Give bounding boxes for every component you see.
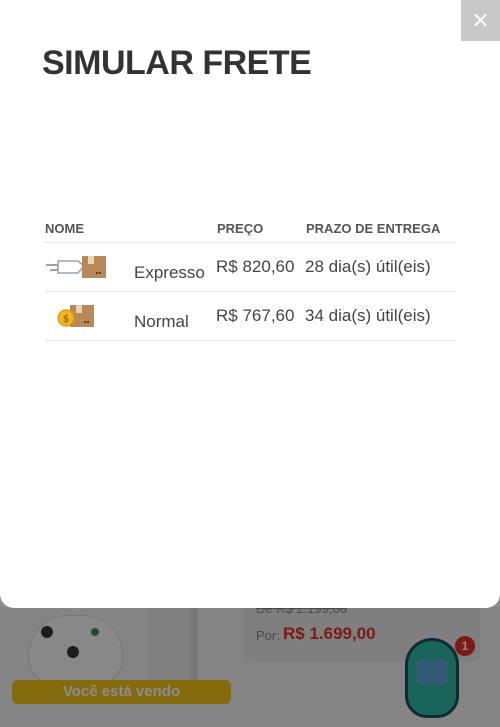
table-header-row: NOME PREÇO PRAZO DE ENTREGA: [44, 215, 456, 243]
row-delivery: 34 dia(s) útil(eis): [305, 291, 456, 341]
row-price: R$ 767,60: [216, 291, 305, 341]
modal-title: SIMULAR FRETE: [42, 44, 312, 82]
header-name: NOME: [44, 215, 216, 243]
row-icon-cell: [44, 242, 134, 292]
row-icon-cell: $: [44, 291, 134, 341]
row-name: Normal: [134, 291, 216, 341]
table-row: Expresso R$ 820,60 28 dia(s) útil(eis): [44, 242, 456, 292]
table-row: $ Normal R$ 767,60 34 dia(s) útil(eis): [44, 291, 456, 341]
svg-text:$: $: [63, 314, 69, 325]
close-button[interactable]: ×: [461, 0, 500, 41]
header-delivery: PRAZO DE ENTREGA: [305, 215, 456, 243]
shipping-table: NOME PREÇO PRAZO DE ENTREGA Expresso R$ …: [44, 215, 456, 341]
coin-box-icon: $: [44, 301, 114, 331]
shipping-modal: × SIMULAR FRETE NOME PREÇO PRAZO DE ENTR…: [0, 0, 500, 608]
header-price: PREÇO: [216, 215, 305, 243]
row-delivery: 28 dia(s) útil(eis): [305, 242, 456, 292]
row-name: Expresso: [134, 242, 216, 292]
row-price: R$ 820,60: [216, 242, 305, 292]
fast-delivery-box-icon: [44, 252, 114, 282]
